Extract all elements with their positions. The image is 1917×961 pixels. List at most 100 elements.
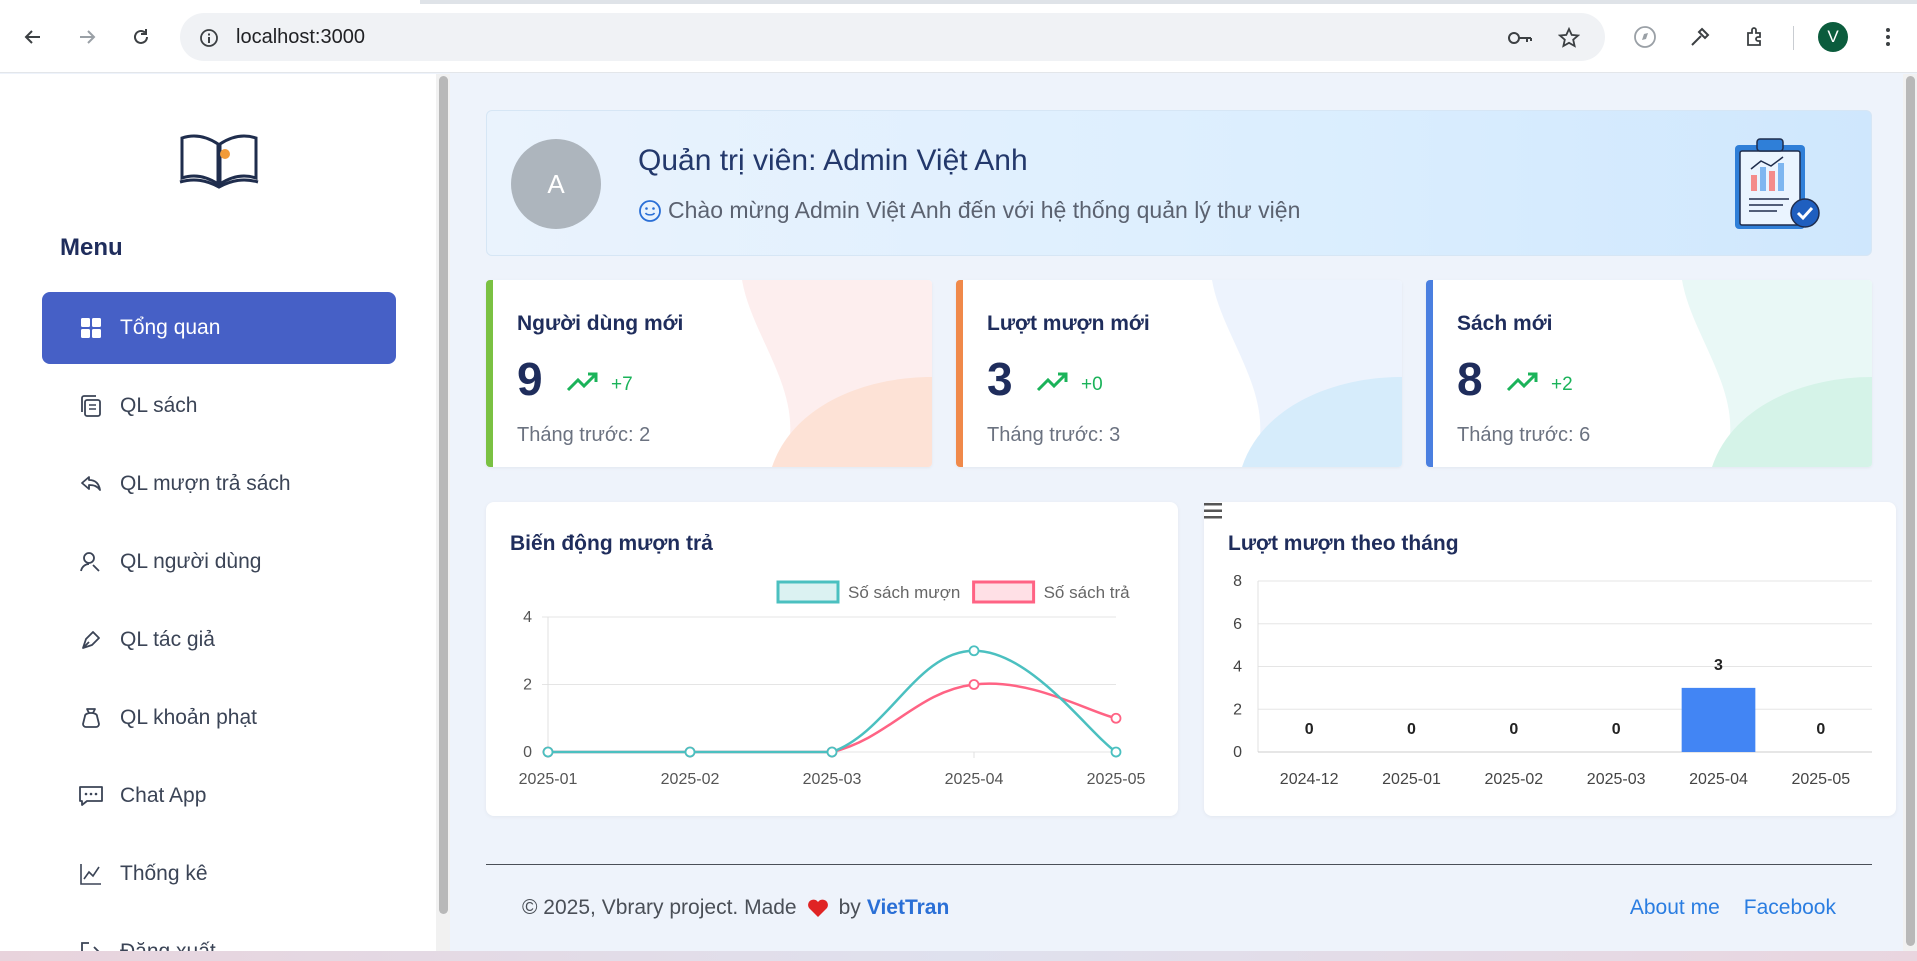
sidebar-scrollbar[interactable] (436, 74, 450, 951)
forward-icon[interactable] (72, 22, 102, 52)
sidebar-item-label: QL khoản phạt (120, 706, 257, 729)
x-tick-label: 2025-05 (1087, 771, 1146, 788)
copyright-text: © 2025, Vbrary project. Made (522, 896, 797, 919)
data-label: 3 (1714, 657, 1723, 674)
y-tick-label: 0 (1233, 744, 1242, 761)
author-link[interactable]: VietTran (867, 896, 949, 920)
x-tick-label: 2025-01 (519, 771, 578, 788)
stat-delta: +7 (611, 374, 633, 395)
reply-icon (78, 471, 104, 497)
x-tick-label: 2025-05 (1791, 771, 1850, 788)
reload-icon[interactable] (126, 22, 156, 52)
x-tick-label: 2025-02 (1484, 771, 1543, 788)
pen-icon (78, 627, 104, 653)
copy-icon (78, 393, 104, 419)
data-point (542, 746, 554, 758)
sidebar-item-fines[interactable]: QL khoản phạt (42, 682, 396, 754)
browser-toolbar: localhost:3000 V (0, 0, 1917, 73)
star-icon[interactable] (1556, 25, 1582, 51)
stat-previous: Tháng trước: 3 (987, 424, 1121, 446)
chart-title: Lượt mượn theo tháng (1228, 532, 1459, 555)
stat-previous: Tháng trước: 6 (1457, 424, 1591, 446)
site-info-icon[interactable] (196, 25, 222, 51)
data-point (684, 746, 696, 758)
sidebar-item-borrow-return[interactable]: QL mượn trả sách (42, 448, 396, 520)
sidebar-item-authors[interactable]: QL tác giả (42, 604, 396, 676)
sidebar-item-label: QL sách (120, 394, 198, 417)
extensions-icon[interactable] (1740, 22, 1770, 52)
key-icon[interactable] (1507, 25, 1533, 51)
footer-links: About me Facebook (1630, 896, 1836, 920)
data-point (826, 746, 838, 758)
menu-title: Menu (60, 234, 123, 261)
welcome-subtitle-text: Chào mừng Admin Việt Anh đến với hệ thốn… (668, 197, 1301, 223)
facebook-link[interactable]: Facebook (1744, 896, 1836, 920)
sidebar-scroll-thumb[interactable] (439, 76, 448, 914)
sidebar-item-statistics[interactable]: Thống kê (42, 838, 396, 910)
data-point (968, 679, 980, 690)
sidebar-item-books[interactable]: QL sách (42, 370, 396, 442)
x-tick-label: 2025-04 (945, 771, 1004, 788)
data-point (968, 645, 980, 657)
sidebar-item-label: Chat App (120, 784, 207, 807)
smile-icon (639, 199, 661, 222)
trending-up-icon (566, 372, 598, 392)
series-line (547, 682, 1117, 754)
stat-background-decoration (742, 280, 932, 467)
trending-up-icon (1036, 372, 1068, 392)
chart-menu-icon[interactable] (1204, 502, 1226, 520)
sidebar-item-chat[interactable]: Chat App (42, 760, 396, 832)
stat-accent-bar (1426, 280, 1433, 467)
y-tick-label: 4 (523, 609, 532, 626)
page-scroll-thumb[interactable] (1906, 76, 1915, 946)
stat-title: Người dùng mới (517, 312, 684, 335)
stat-accent-bar (956, 280, 963, 467)
welcome-title: Quản trị viên: Admin Việt Anh (638, 144, 1028, 177)
page-scrollbar[interactable] (1903, 74, 1917, 951)
x-tick-label: 2025-01 (1382, 771, 1441, 788)
about-me-link[interactable]: About me (1630, 896, 1720, 920)
x-tick-label: 2025-03 (803, 771, 862, 788)
footer-divider (486, 864, 1872, 865)
grid-icon (78, 315, 104, 341)
sidebar-item-logout[interactable]: Đăng xuất (42, 916, 396, 951)
borrow-return-chart-card: 0 2 4 2025-01 2025-02 2025-03 2025-04 2025-05 Số… (486, 502, 1178, 816)
profile-avatar[interactable]: V (1818, 22, 1848, 52)
sidebar-item-label: QL tác giả (120, 628, 215, 651)
more-menu-icon[interactable] (1873, 22, 1903, 52)
sidebar-item-label: Tổng quan (120, 316, 221, 339)
data-label: 0 (1612, 721, 1621, 738)
active-tab[interactable] (0, 0, 420, 4)
url-text[interactable]: localhost:3000 (236, 26, 365, 49)
sidebar-item-overview[interactable]: Tổng quan (42, 292, 396, 364)
stat-value: 3 (987, 353, 1013, 405)
data-label: 0 (1816, 721, 1825, 738)
eyedropper-icon[interactable] (1685, 22, 1715, 52)
welcome-banner: A Quản trị viên: Admin Việt Anh Chào mừn… (486, 110, 1872, 256)
sidebar-item-users[interactable]: QL người dùng (42, 526, 396, 598)
stat-previous: Tháng trước: 2 (517, 424, 651, 446)
bar (1681, 687, 1756, 752)
compass-icon[interactable] (1630, 22, 1660, 52)
footer-copyright: © 2025, Vbrary project. Made by VietTran (522, 896, 949, 920)
book-logo-icon (179, 134, 259, 189)
sidebar-item-label: Thống kê (120, 862, 208, 885)
sidebar-item-label: Đăng xuất (120, 940, 216, 951)
stat-accent-bar (486, 280, 493, 467)
stat-background-decoration (1212, 280, 1402, 467)
avatar: A (511, 139, 601, 229)
stat-value: 8 (1457, 353, 1483, 405)
stat-card-new-borrows: Lượt mượn mới 3 +0 Tháng trước: 3 (956, 280, 1402, 467)
data-label: 0 (1305, 721, 1314, 738)
address-bar[interactable]: localhost:3000 (180, 13, 1605, 61)
logout-icon (78, 939, 104, 951)
x-tick-label: 2024-12 (1280, 771, 1339, 788)
data-point (1110, 746, 1122, 758)
stat-title: Lượt mượn mới (987, 312, 1150, 335)
sidebar: Menu Tổng quan QL sách QL mượn trả sách … (0, 74, 436, 951)
legend-swatch (776, 580, 840, 604)
back-icon[interactable] (18, 22, 48, 52)
series-line (547, 649, 1117, 754)
legend-swatch (972, 580, 1036, 604)
x-tick-label: 2025-02 (661, 771, 720, 788)
